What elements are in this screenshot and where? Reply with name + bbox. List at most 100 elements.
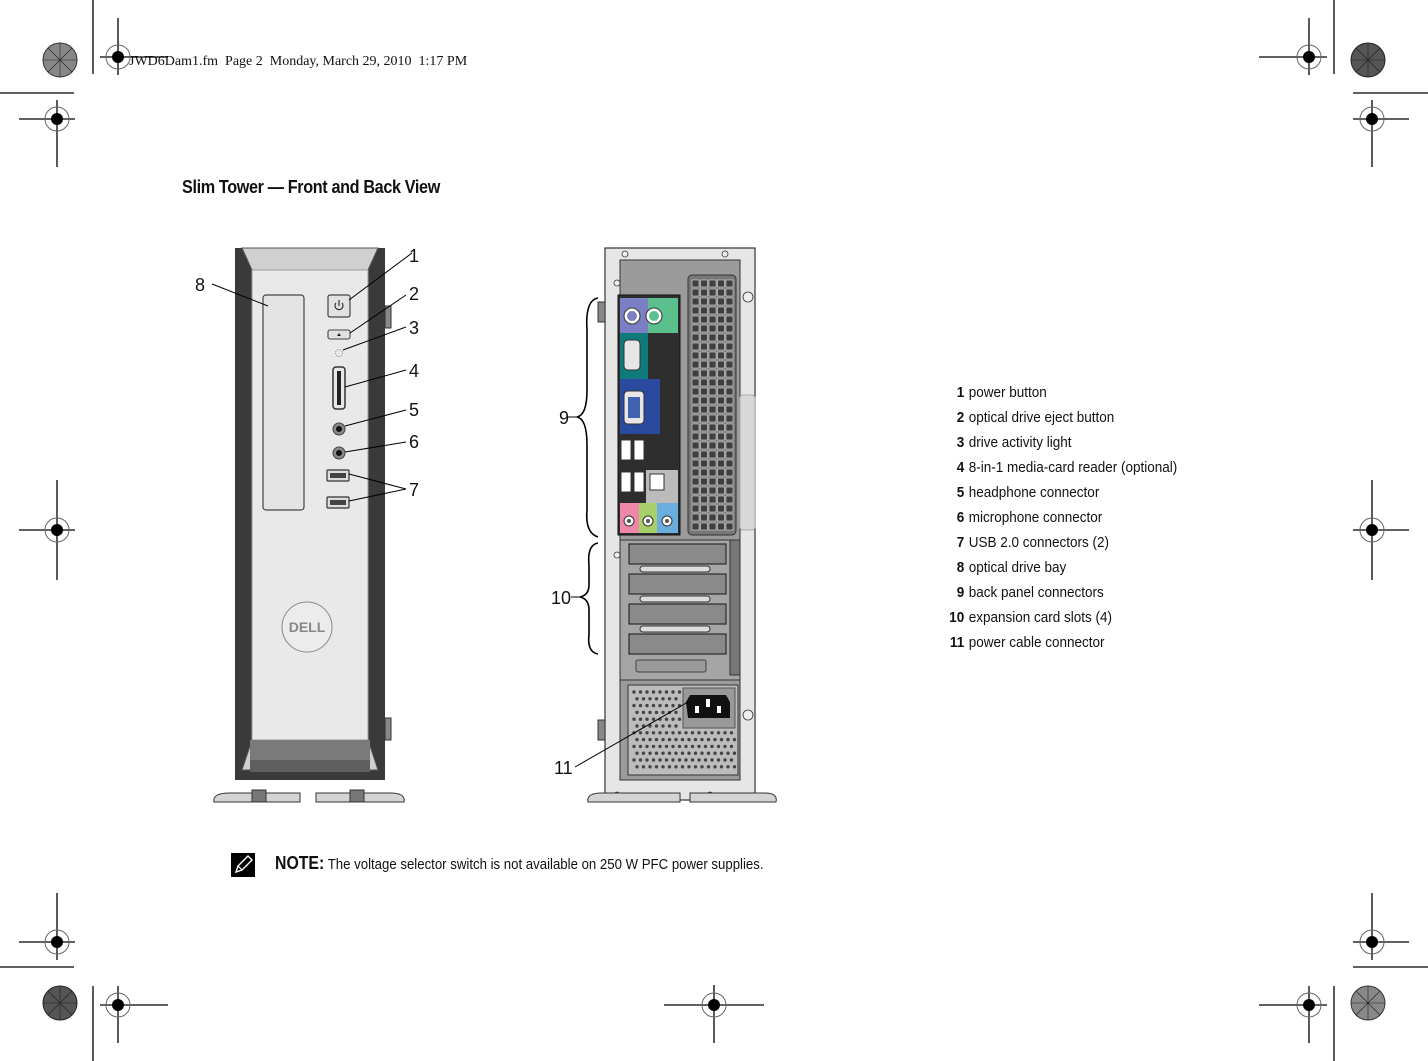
legend-item: 4 8-in-1 media-card reader (optional) — [930, 459, 1200, 484]
legend-label: optical drive eject button — [968, 409, 1115, 426]
section-title: Slim Tower — Front and Back View — [182, 177, 440, 197]
vent-hole — [708, 333, 717, 342]
legend-label: microphone connector — [968, 509, 1103, 526]
callout-6: 6 — [409, 432, 419, 452]
callout-8: 8 — [195, 275, 205, 295]
back-usb-port-2 — [633, 439, 645, 461]
psu-vent-hole — [671, 690, 675, 694]
psu-vent-hole — [641, 765, 646, 769]
vent-hole — [725, 306, 734, 315]
psu-vent-hole — [726, 765, 730, 769]
vent-hole — [708, 297, 717, 306]
legend-number: 8 — [956, 559, 965, 576]
vent-hole — [691, 432, 700, 441]
legend-item: 2 optical drive eject button — [930, 409, 1200, 434]
vent-hole — [700, 288, 708, 297]
vent-hole — [725, 405, 734, 414]
back-foot-left — [587, 792, 681, 803]
vent-hole — [700, 450, 708, 459]
vent-hole — [691, 459, 700, 468]
psu-vent-hole — [641, 737, 646, 742]
psu-vent-hole — [638, 758, 643, 762]
legend-label: expansion card slots (4) — [968, 609, 1113, 626]
vent-hole — [725, 297, 734, 306]
vent-hole — [700, 279, 708, 288]
psu-vent-hole — [706, 737, 711, 742]
vent-hole — [700, 333, 708, 342]
psu-vent-hole — [632, 690, 636, 694]
vent-hole — [700, 297, 708, 306]
vent-hole — [700, 405, 708, 414]
psu-vent-hole — [645, 690, 649, 694]
psu-vent-hole — [697, 744, 701, 749]
psu-vent-hole — [641, 710, 646, 715]
psu-vent-hole — [648, 765, 652, 769]
vent-hole — [717, 513, 725, 522]
vent-hole — [700, 441, 708, 450]
vent-hole — [691, 495, 700, 504]
vent-hole — [700, 495, 708, 504]
psu-vent-hole — [693, 765, 698, 769]
vent-hole — [717, 315, 725, 324]
vent-hole — [708, 378, 717, 387]
psu-vent-hole — [654, 724, 659, 728]
vent-hole — [708, 315, 717, 324]
psu-vent-hole — [684, 731, 688, 735]
vent-hole — [717, 369, 725, 378]
psu-vent-hole — [723, 744, 727, 749]
vent-hole — [700, 423, 708, 432]
vent-hole — [725, 468, 734, 477]
psu-vent-hole — [651, 717, 656, 721]
vent-hole — [717, 468, 725, 477]
callout-4: 4 — [409, 361, 419, 381]
vent-hole — [691, 450, 700, 459]
vent-hole — [708, 306, 717, 315]
psu-vent-hole — [729, 758, 734, 762]
vent-hole — [725, 342, 734, 351]
psu-vent-hole — [648, 737, 652, 742]
psu-vent-hole — [719, 737, 724, 742]
vent-hole — [717, 333, 725, 342]
vent-hole — [700, 486, 708, 495]
serial-port — [623, 339, 641, 371]
vent-hole — [691, 288, 700, 297]
callout-3: 3 — [409, 318, 419, 338]
psu-vent-hole — [658, 731, 662, 735]
vent-hole — [717, 387, 725, 396]
psu-vent-hole — [638, 744, 643, 749]
vent-hole — [717, 342, 725, 351]
vent-hole — [708, 423, 717, 432]
back-usb-port-1 — [620, 439, 632, 461]
vent-hole — [691, 297, 700, 306]
psu-vent-hole — [661, 765, 665, 769]
vent-hole — [691, 504, 700, 513]
psu-vent-hole — [641, 751, 646, 755]
vent-hole — [717, 504, 725, 513]
vent-hole — [691, 423, 700, 432]
psu-vent-hole — [687, 737, 691, 742]
psu-vent-hole — [674, 710, 678, 715]
vent-hole — [708, 360, 717, 369]
vent-hole — [717, 486, 725, 495]
legend-item: 1 power button — [930, 384, 1200, 409]
legend-item: 3 drive activity light — [930, 434, 1200, 459]
psu-vent-hole — [661, 697, 665, 701]
psu-vent-hole — [632, 758, 636, 762]
psu-vent-hole — [671, 703, 675, 708]
psu-vent-hole — [680, 751, 685, 755]
vent-hole — [708, 405, 717, 414]
psu-vent-hole — [700, 765, 704, 769]
psu-vent-hole — [710, 744, 714, 749]
vent-hole — [725, 387, 734, 396]
vent-hole — [691, 387, 700, 396]
vent-hole — [700, 315, 708, 324]
vent-hole — [725, 441, 734, 450]
back-usb-port-4 — [633, 471, 645, 493]
vent-hole — [725, 513, 734, 522]
psu-vent-hole — [726, 737, 730, 742]
vent-hole — [691, 468, 700, 477]
psu-vent-hole — [674, 697, 678, 701]
psu-vent-hole — [638, 690, 643, 694]
vent-hole — [700, 468, 708, 477]
vent-hole — [725, 315, 734, 324]
